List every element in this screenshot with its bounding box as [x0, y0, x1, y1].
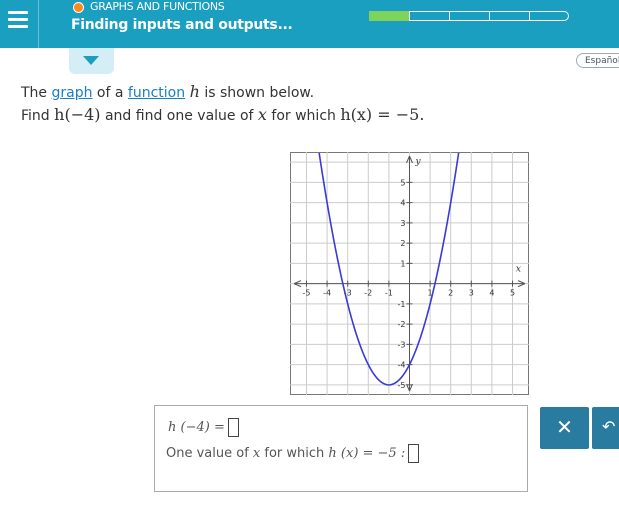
y-tick-label: -4 [398, 361, 406, 370]
y-tick-label: 1 [400, 259, 405, 268]
y-tick-label: -1 [398, 300, 406, 309]
progress-segment [489, 11, 529, 21]
top-bar: GRAPHS AND FUNCTIONS Finding inputs and … [0, 0, 619, 48]
question-line-1: The graph of a function h is shown below… [21, 82, 314, 101]
menu-icon-bar [8, 25, 28, 28]
answer-input-h-neg4[interactable] [227, 418, 239, 437]
question-text: of a [92, 85, 128, 101]
y-tick-label: 3 [400, 219, 405, 228]
y-tick-label: -3 [398, 340, 406, 349]
question-text: Find [21, 108, 55, 124]
x-tick-label: -1 [385, 289, 393, 298]
y-tick-label: 2 [400, 239, 405, 248]
answer-expression: h (−4) = [168, 420, 225, 435]
function-variable: h [189, 82, 200, 101]
expression-h-x-eq: h(x) = −5. [340, 105, 425, 124]
undo-icon: ↶ [602, 417, 616, 436]
function-link[interactable]: function [128, 85, 185, 101]
undo-button[interactable]: ↶ [592, 407, 619, 449]
answer-text: for which [260, 446, 329, 461]
function-graph: -5 -4 -3 -2 -1 1 2 3 4 554321-1-2-3-4-5xy [290, 152, 529, 395]
lesson-title: Finding inputs and outputs... [71, 17, 293, 33]
x-tick-label: 2 [448, 289, 453, 298]
progress-segment [369, 11, 409, 21]
answer-line-2: One value of x for which h (x) = −5 : [166, 444, 420, 463]
progress-segment [409, 11, 449, 21]
progress-segment [449, 11, 489, 21]
menu-icon [8, 11, 28, 14]
answer-panel: h (−4) = One value of x for which h (x) … [154, 405, 528, 492]
question-line-2: Find h(−4) and find one value of x for w… [21, 105, 424, 124]
graph-link[interactable]: graph [52, 85, 93, 101]
answer-input-x[interactable] [408, 444, 420, 463]
x-tick-label: -4 [323, 289, 331, 298]
y-tick-label: -5 [398, 381, 406, 390]
x-tick-label: -2 [364, 289, 372, 298]
answer-line-1: h (−4) = [168, 418, 239, 437]
question-text: is shown below. [199, 85, 315, 101]
topic-status-icon [73, 2, 84, 13]
question-text: The [21, 85, 52, 101]
clear-button[interactable]: ✕ [540, 407, 589, 449]
x-tick-label: 5 [510, 289, 515, 298]
question-text: for which [266, 108, 341, 124]
x-axis-label: x [516, 265, 521, 275]
progress-bar [369, 11, 569, 22]
y-tick-label: 5 [400, 178, 405, 187]
x-tick-label: -5 [302, 289, 310, 298]
menu-icon-bar [8, 18, 28, 21]
collapse-tab[interactable] [69, 48, 114, 74]
language-button[interactable]: Español [576, 53, 619, 68]
progress-segment [529, 11, 569, 21]
menu-button[interactable] [0, 0, 39, 48]
y-tick-label: 4 [400, 199, 405, 208]
answer-text: One value of [166, 446, 253, 461]
variable-x: x [257, 105, 267, 124]
expression-h-neg4: h(−4) [54, 105, 101, 124]
x-tick-label: 4 [489, 289, 494, 298]
question-text: and find one value of [100, 108, 258, 124]
close-icon: ✕ [556, 415, 573, 439]
topic-label: GRAPHS AND FUNCTIONS [90, 0, 225, 13]
answer-expression: h (x) = −5 : [328, 446, 406, 461]
y-axis-label: y [415, 157, 422, 167]
chevron-down-icon [83, 56, 99, 65]
x-tick-label: 3 [469, 289, 474, 298]
y-tick-label: -2 [398, 320, 406, 329]
